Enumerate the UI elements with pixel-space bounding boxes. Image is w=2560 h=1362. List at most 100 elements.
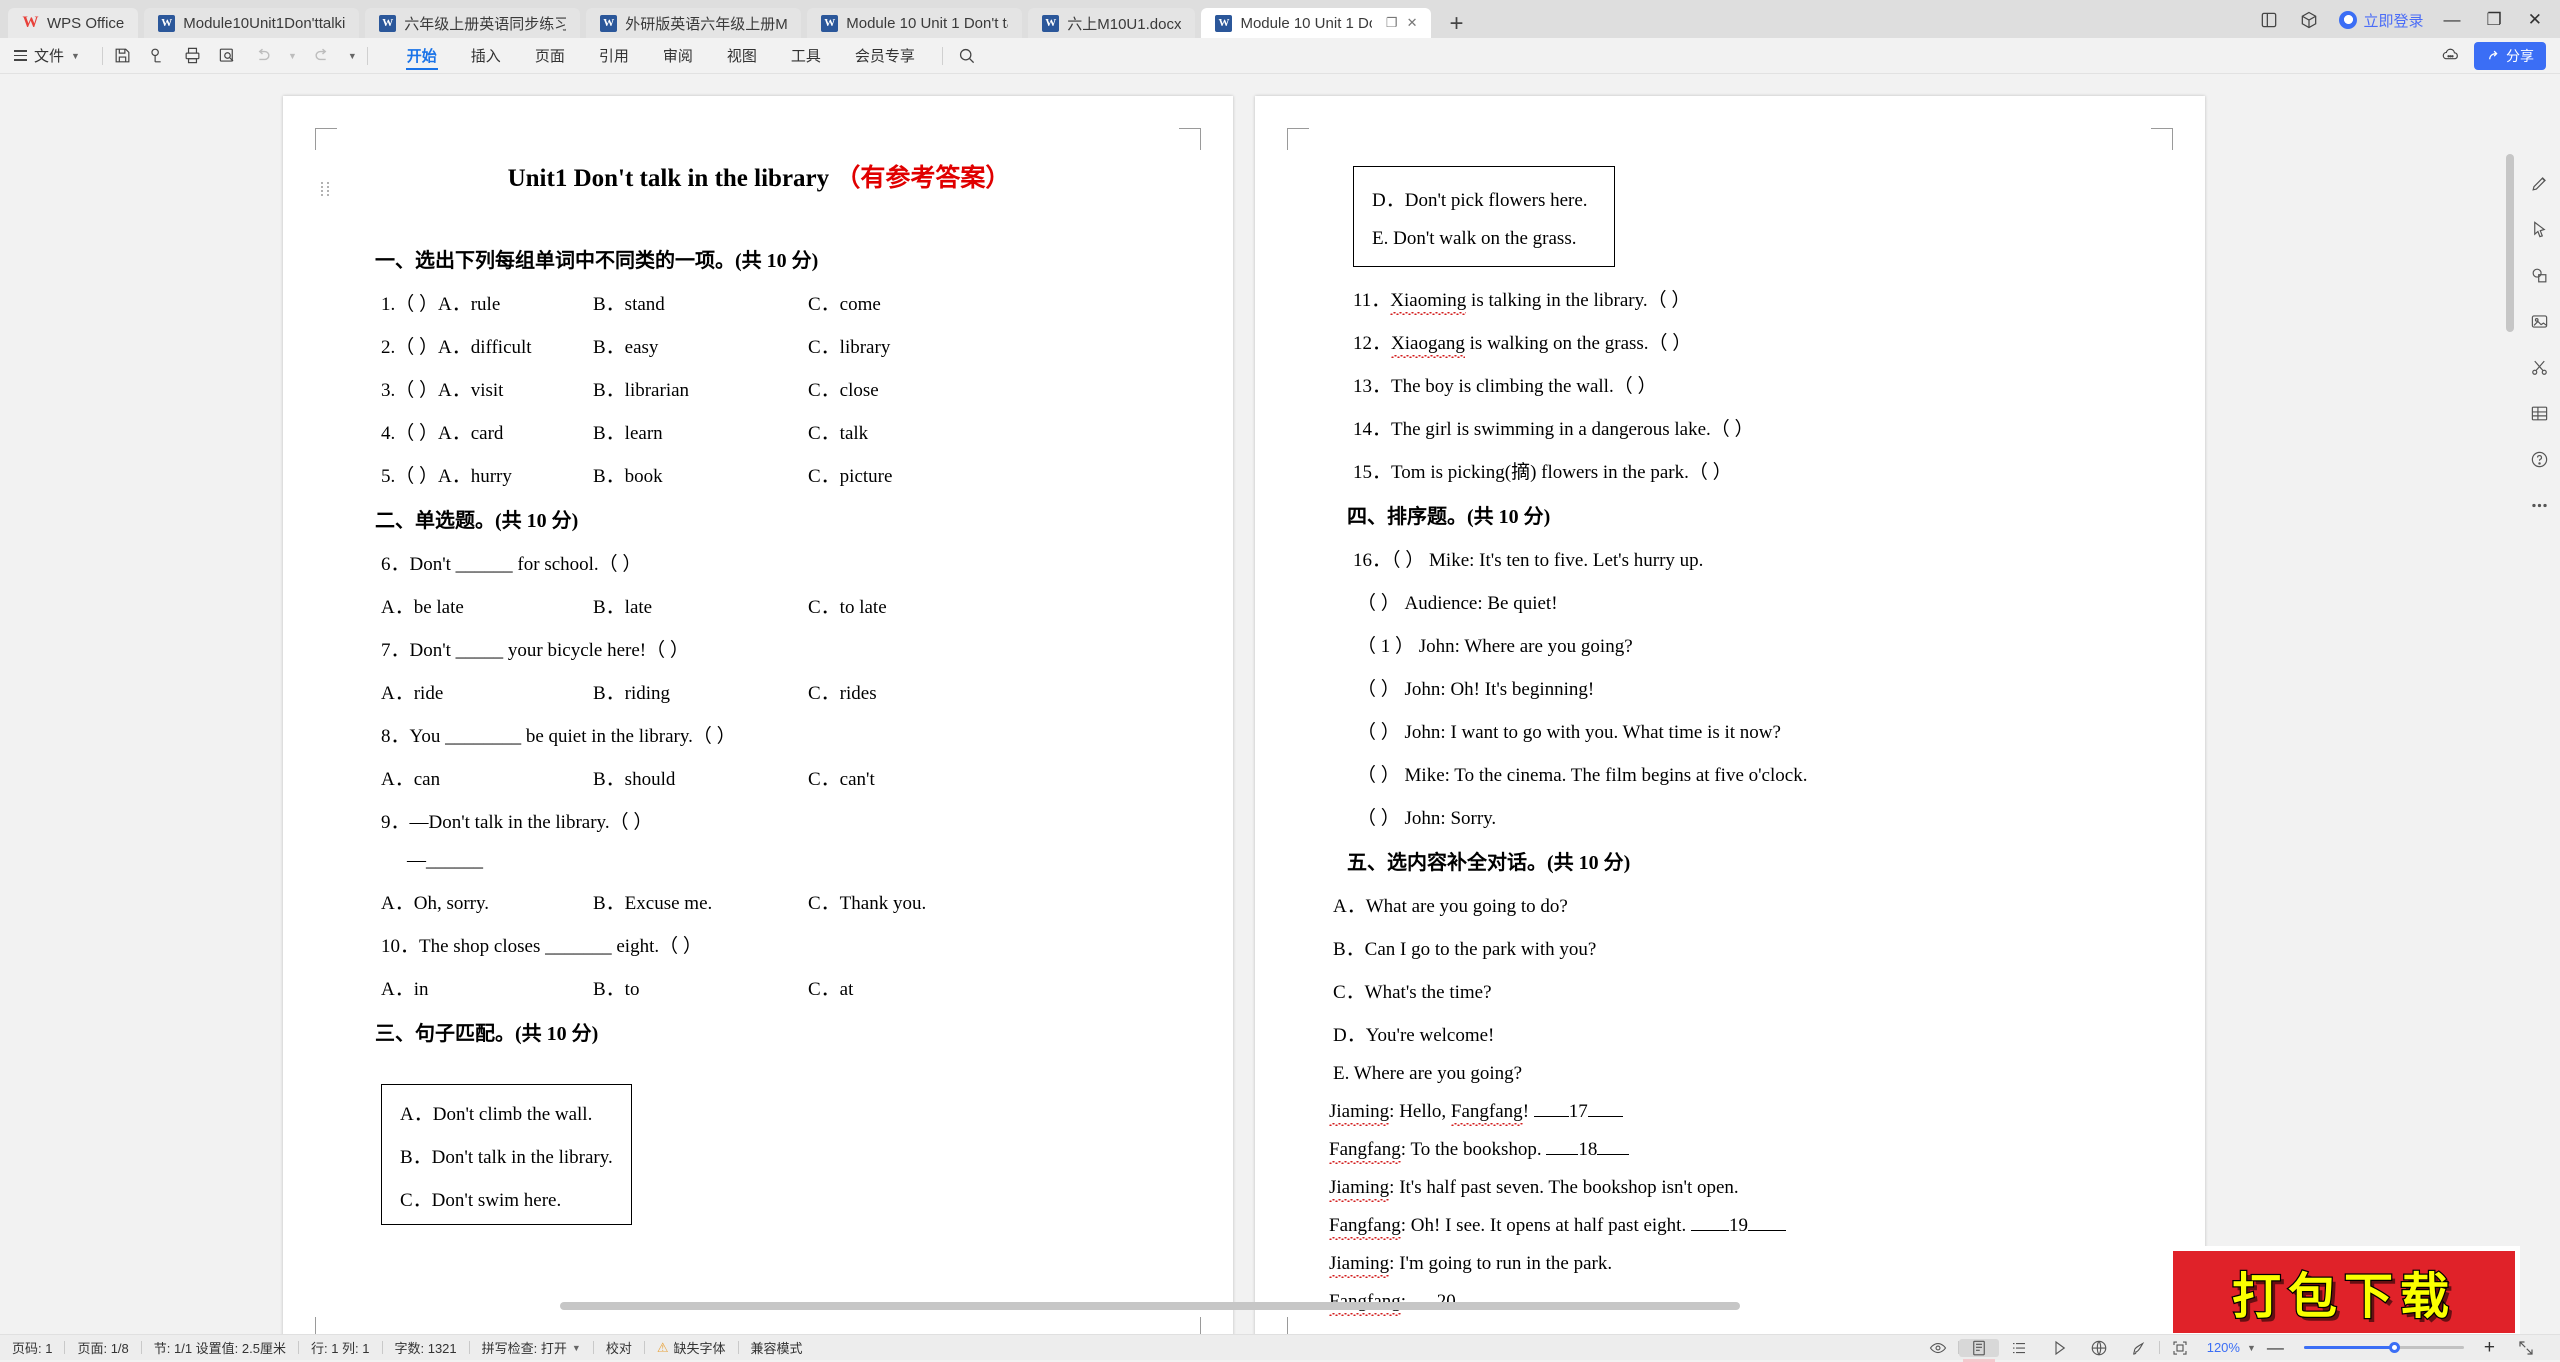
question-5-stem: 5.（ ）A．hurry bbox=[381, 461, 593, 488]
save-icon[interactable] bbox=[113, 46, 132, 65]
outline-view-button[interactable] bbox=[1999, 1339, 2039, 1357]
order-item: （ ） Audience: Be quiet! bbox=[1357, 588, 2135, 615]
file-menu-button[interactable]: 文件 ▼ bbox=[0, 45, 92, 66]
zoom-in-button[interactable]: + bbox=[2473, 1337, 2506, 1359]
maximize-restore-button[interactable]: ❐ bbox=[2487, 10, 2502, 30]
match-item-15: 15．Tom is picking(摘) flowers in the park… bbox=[1353, 457, 2135, 484]
cloud-sync-icon[interactable] bbox=[148, 46, 167, 65]
zoom-out-button[interactable]: — bbox=[2256, 1338, 2295, 1358]
share-button[interactable]: 分享 bbox=[2474, 42, 2546, 70]
tab-label: WPS Office bbox=[47, 15, 124, 32]
print-icon[interactable] bbox=[183, 46, 202, 65]
redo-icon[interactable] bbox=[313, 46, 332, 65]
web-view-button[interactable] bbox=[2079, 1339, 2119, 1357]
status-spellcheck[interactable]: 拼写检查: 打开▼ bbox=[470, 1338, 593, 1357]
tab-grade6-exercises[interactable]: W 六年级上册英语同步练习-module 10 bbox=[365, 8, 580, 38]
order-item: （ ） Mike: To the cinema. The film begins… bbox=[1357, 760, 2135, 787]
match-option-e: E. Don't walk on the grass. bbox=[1372, 228, 1588, 250]
ribbon-tab-list: 开始 插入 页面 引用 审阅 视图 工具 会员专享 bbox=[390, 38, 976, 74]
document-page-left[interactable]: Unit1 Don't talk in the library （有参考答案） … bbox=[283, 96, 1233, 1334]
search-icon[interactable] bbox=[957, 46, 976, 65]
tab-module10-unit1-dont-talk[interactable]: W Module 10 Unit 1 Don't talk in the bbox=[807, 8, 1022, 38]
paragraph-drag-handle[interactable] bbox=[321, 181, 331, 197]
close-tab-icon[interactable]: ✕ bbox=[1407, 15, 1418, 31]
reading-view-button[interactable] bbox=[2039, 1339, 2079, 1357]
tab-wps-office[interactable]: W WPS Office bbox=[8, 8, 138, 38]
horizontal-scroll-thumb[interactable] bbox=[560, 1302, 1740, 1310]
ribbon-tab-insert[interactable]: 插入 bbox=[454, 38, 518, 74]
cloud-more-icon[interactable] bbox=[2441, 46, 2460, 65]
edit-pen-icon[interactable] bbox=[2530, 174, 2549, 193]
page-layout-view-button[interactable] bbox=[1959, 1339, 1999, 1357]
share-label: 分享 bbox=[2506, 46, 2534, 66]
option-c: C．can't bbox=[808, 764, 875, 791]
cube-box-icon[interactable] bbox=[2299, 10, 2319, 30]
section-3-heading: 三、句子匹配。(共 10 分) bbox=[375, 1017, 1163, 1046]
status-missing-font[interactable]: ⚠ 缺失字体 bbox=[645, 1338, 738, 1357]
more-options-icon[interactable] bbox=[2530, 496, 2549, 515]
file-menu-label: 文件 bbox=[34, 45, 64, 66]
login-button[interactable]: 立即登录 bbox=[2339, 10, 2423, 31]
ribbon-tab-view[interactable]: 视图 bbox=[710, 38, 774, 74]
question-6-stem: 6．Don't ______ for school.（ ） bbox=[381, 549, 1163, 576]
share-icon bbox=[2486, 48, 2501, 63]
tab-m10u1-docx[interactable]: W 六上M10U1.docx bbox=[1028, 8, 1195, 38]
shapes-icon[interactable] bbox=[2530, 266, 2549, 285]
cursor-select-icon[interactable] bbox=[2530, 220, 2549, 239]
option-a: A．ride bbox=[381, 678, 593, 705]
sidebar-panel-icon[interactable] bbox=[2259, 10, 2279, 30]
new-tab-button[interactable]: + bbox=[1437, 10, 1475, 38]
section-1-heading: 一、选出下列每组单词中不同类的一项。(共 10 分) bbox=[375, 244, 1163, 273]
status-proofread[interactable]: 校对 bbox=[594, 1338, 644, 1357]
vertical-scrollbar[interactable] bbox=[2504, 148, 2516, 1334]
spellcheck-word: Fangfang bbox=[1329, 1139, 1401, 1161]
more-chevron-down-icon[interactable]: ▼ bbox=[348, 51, 357, 61]
order-item: （ ） John: I want to go with you. What ti… bbox=[1357, 717, 2135, 744]
eye-preview-button[interactable] bbox=[1918, 1339, 1958, 1357]
question-9-answer-blank: —______ bbox=[407, 850, 1163, 872]
ribbon-tab-tools[interactable]: 工具 bbox=[774, 38, 838, 74]
document-workspace[interactable]: Unit1 Don't talk in the library （有参考答案） … bbox=[0, 74, 2560, 1334]
match-option-b: B．Don't talk in the library. bbox=[400, 1142, 613, 1169]
margin-corner-icon bbox=[1179, 1317, 1201, 1334]
undo-chevron-down-icon[interactable]: ▼ bbox=[288, 51, 297, 61]
zoom-level-label[interactable]: 120% bbox=[2200, 1340, 2247, 1355]
question-row: 5.（ ）A．hurry B．book C．picture bbox=[381, 461, 1163, 488]
help-icon[interactable] bbox=[2530, 450, 2549, 469]
ribbon-tab-references[interactable]: 引用 bbox=[582, 38, 646, 74]
fit-page-button[interactable] bbox=[2160, 1339, 2200, 1357]
zoom-slider[interactable] bbox=[2304, 1346, 2464, 1349]
tab-active-module10-unit1[interactable]: W Module 10 Unit 1 Don't tal ❐ ✕ bbox=[1201, 8, 1431, 38]
option-b: B．Excuse me. bbox=[593, 888, 808, 915]
vertical-scroll-thumb[interactable] bbox=[2506, 154, 2514, 332]
table-icon[interactable] bbox=[2530, 404, 2549, 423]
restore-tab-icon[interactable]: ❐ bbox=[1386, 15, 1398, 31]
package-download-stamp[interactable]: 打包下载 bbox=[2168, 1246, 2520, 1334]
status-compatibility-mode: 兼容模式 bbox=[739, 1338, 815, 1357]
ribbon-tab-home[interactable]: 开始 bbox=[390, 38, 454, 74]
option-b: B．to bbox=[593, 974, 808, 1001]
option-b: B．late bbox=[593, 592, 808, 619]
question-row: 2.（ ）A．difficult B．easy C．library bbox=[381, 332, 1163, 359]
ribbon-tab-review[interactable]: 审阅 bbox=[646, 38, 710, 74]
ribbon-tab-page[interactable]: 页面 bbox=[518, 38, 582, 74]
tab-label: Module 10 Unit 1 Don't tal bbox=[1240, 15, 1371, 32]
tab-waiyanban-module10[interactable]: W 外研版英语六年级上册Module 10 分 bbox=[586, 8, 801, 38]
question-4-stem: 4.（ ）A．card bbox=[381, 418, 593, 445]
ribbon-tab-member[interactable]: 会员专享 bbox=[838, 38, 932, 74]
scissors-icon[interactable] bbox=[2530, 358, 2549, 377]
undo-icon[interactable] bbox=[253, 46, 272, 65]
minimize-button[interactable]: — bbox=[2444, 10, 2461, 30]
question-3-option-c: C．close bbox=[808, 375, 879, 402]
highlight-pen-button[interactable] bbox=[2119, 1339, 2159, 1357]
option-b: B．should bbox=[593, 764, 808, 791]
zoom-chevron-down-icon[interactable]: ▼ bbox=[2247, 1343, 2256, 1353]
document-page-right[interactable]: D．Don't pick flowers here. E. Don't walk… bbox=[1255, 96, 2205, 1334]
print-preview-icon[interactable] bbox=[218, 46, 237, 65]
fullscreen-button[interactable] bbox=[2506, 1339, 2546, 1357]
section-2-heading: 二、单选题。(共 10 分) bbox=[375, 504, 1163, 533]
close-window-button[interactable]: ✕ bbox=[2528, 10, 2542, 30]
picture-icon[interactable] bbox=[2530, 312, 2549, 331]
zoom-slider-handle[interactable] bbox=[2389, 1342, 2400, 1353]
tab-module10unit1[interactable]: W Module10Unit1Don'ttalkinthelibrary bbox=[144, 8, 359, 38]
